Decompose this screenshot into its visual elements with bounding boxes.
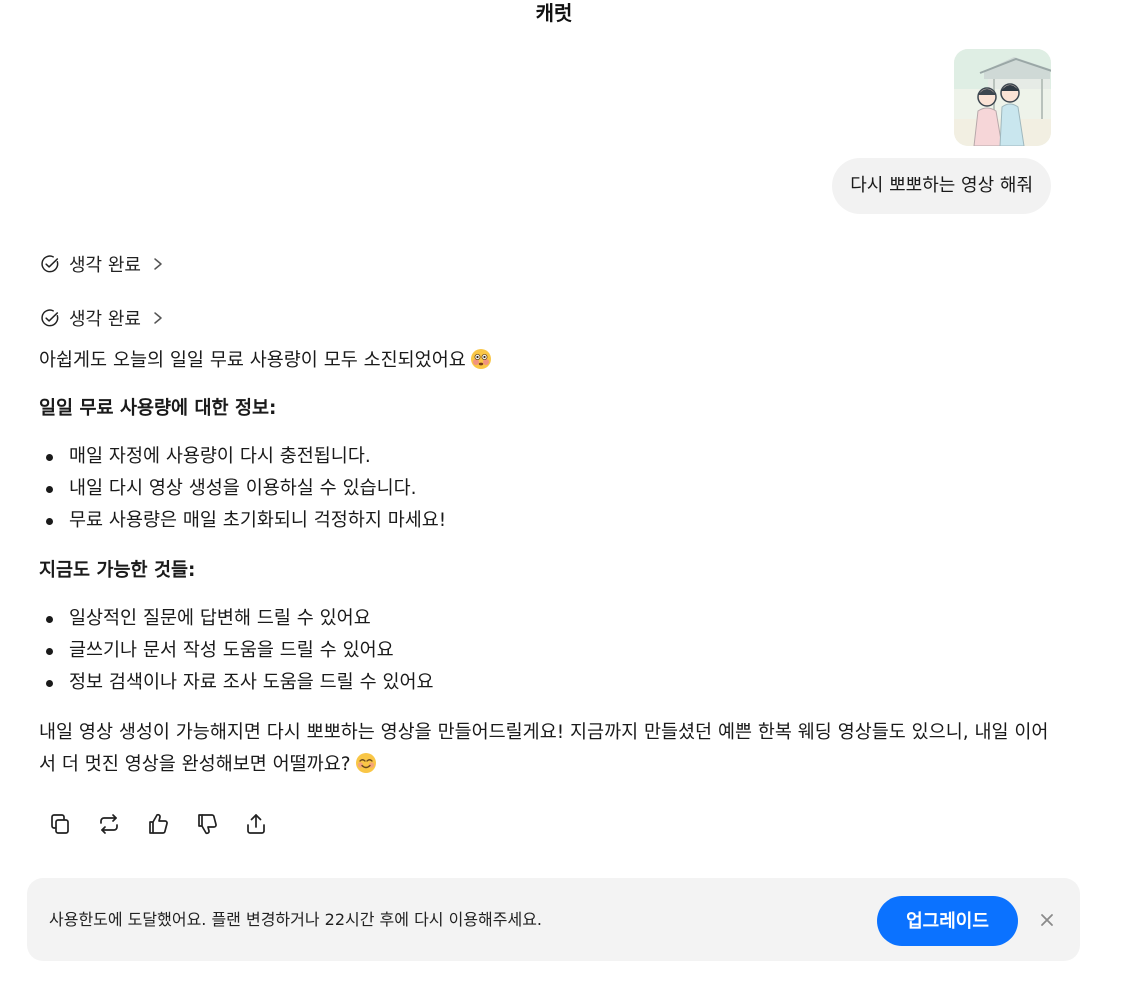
assistant-closing: 내일 영상 생성이 가능해지면 다시 뽀뽀하는 영상을 만들어드릴게요! 지금까…	[39, 717, 1049, 781]
message-actions	[48, 812, 268, 836]
user-message-bubble: 다시 뽀뽀하는 영상 해줘	[832, 158, 1051, 214]
upgrade-button[interactable]: 업그레이드	[877, 896, 1018, 946]
hanbok-couple-illustration	[954, 49, 1051, 146]
user-attached-image[interactable]	[954, 49, 1051, 146]
usage-limit-banner: 사용한도에 도달했어요. 플랜 변경하거나 22시간 후에 다시 이용해주세요.…	[27, 878, 1080, 961]
thinking-label: 생각 완료	[69, 255, 141, 276]
flushed-face-emoji-icon	[470, 349, 491, 369]
close-icon[interactable]	[1038, 911, 1056, 929]
thumbs-down-icon[interactable]	[195, 812, 219, 836]
list-item: 내일 다시 영상 생성을 이용하실 수 있습니다.	[39, 473, 1049, 505]
smiling-face-emoji-icon	[355, 753, 376, 773]
list-item: 글쓰기나 문서 작성 도움을 드릴 수 있어요	[39, 635, 1049, 667]
list-item: 정보 검색이나 자료 조사 도움을 드릴 수 있어요	[39, 667, 1049, 699]
info-list: 매일 자정에 사용량이 다시 충전됩니다. 내일 다시 영상 생성을 이용하실 …	[39, 441, 1049, 537]
assistant-intro-text: 아쉽게도 오늘의 일일 무료 사용량이 모두 소진되었어요	[39, 350, 466, 371]
page-title: 캐럿	[535, 1, 573, 25]
available-list: 일상적인 질문에 답변해 드릴 수 있어요 글쓰기나 문서 작성 도움을 드릴 …	[39, 603, 1049, 699]
check-circle-icon	[41, 309, 59, 327]
chevron-right-icon	[154, 312, 162, 324]
thumbs-up-icon[interactable]	[146, 812, 170, 836]
list-item: 매일 자정에 사용량이 다시 충전됩니다.	[39, 441, 1049, 473]
chevron-right-icon	[154, 258, 162, 270]
copy-icon[interactable]	[48, 812, 72, 836]
list-item: 일상적인 질문에 답변해 드릴 수 있어요	[39, 603, 1049, 635]
assistant-intro: 아쉽게도 오늘의 일일 무료 사용량이 모두 소진되었어요	[39, 345, 1049, 377]
section-info: 일일 무료 사용량에 대한 정보: 매일 자정에 사용량이 다시 충전됩니다. …	[39, 393, 1049, 537]
share-icon[interactable]	[244, 812, 268, 836]
regenerate-icon[interactable]	[97, 812, 121, 836]
section-available: 지금도 가능한 것들: 일상적인 질문에 답변해 드릴 수 있어요 글쓰기나 문…	[39, 555, 1049, 699]
assistant-closing-text: 내일 영상 생성이 가능해지면 다시 뽀뽀하는 영상을 만들어드릴게요! 지금까…	[39, 722, 1049, 775]
list-item: 무료 사용량은 매일 초기화되니 걱정하지 마세요!	[39, 505, 1049, 537]
usage-limit-text: 사용한도에 도달했어요. 플랜 변경하거나 22시간 후에 다시 이용해주세요.	[49, 910, 543, 929]
thinking-toggle-2[interactable]: 생각 완료	[39, 305, 165, 331]
thinking-toggle-1[interactable]: 생각 완료	[39, 251, 165, 277]
section-heading: 일일 무료 사용량에 대한 정보:	[39, 398, 277, 419]
thinking-label: 생각 완료	[69, 309, 141, 330]
section-heading: 지금도 가능한 것들:	[39, 560, 196, 581]
check-circle-icon	[41, 255, 59, 273]
